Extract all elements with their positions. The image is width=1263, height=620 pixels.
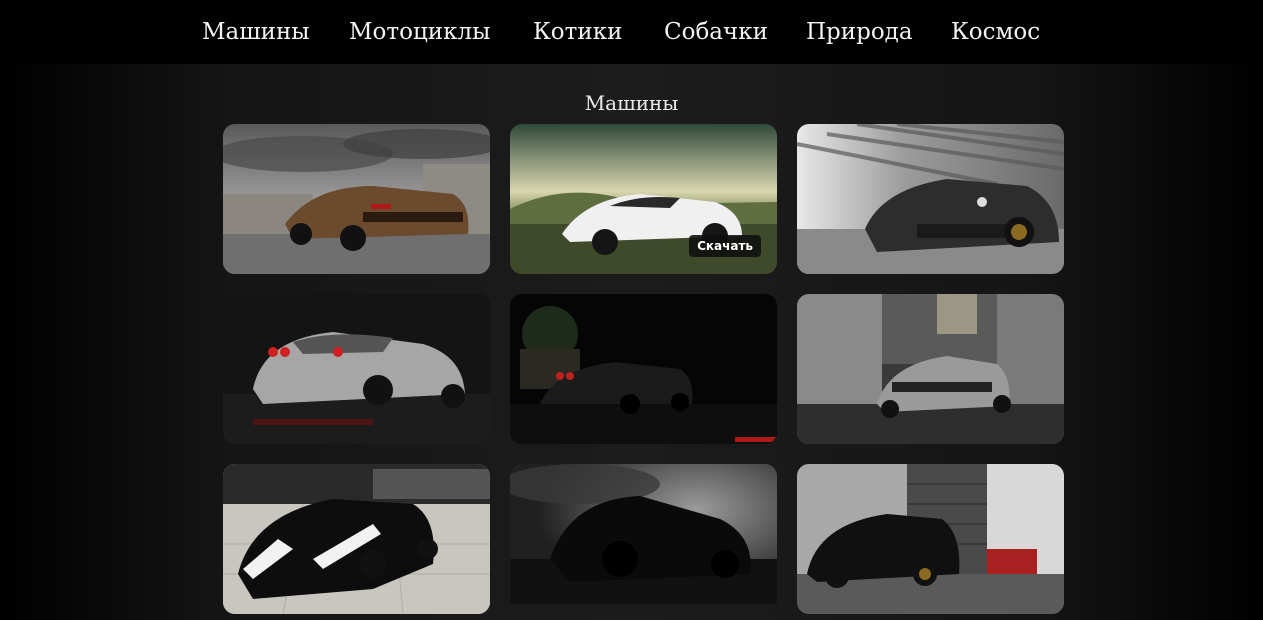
nav-item-space[interactable]: Космос: [951, 17, 1040, 47]
car-photo: [797, 464, 1064, 614]
download-button[interactable]: Скачать: [689, 235, 761, 257]
gallery-image-card[interactable]: [510, 464, 777, 614]
nav-item-nature[interactable]: Природа: [806, 17, 913, 47]
section-title: Машины: [584, 91, 679, 115]
car-photo: [223, 464, 490, 614]
gallery-image-card[interactable]: [797, 464, 1064, 614]
top-navigation-bar: Машины Мотоциклы Котики Собачки Природа …: [0, 0, 1263, 64]
category-nav: Машины Мотоциклы Котики Собачки Природа …: [0, 0, 1263, 64]
gallery-image-card[interactable]: Скачать: [510, 124, 777, 274]
nav-item-cats[interactable]: Котики: [533, 17, 622, 47]
car-photo: [510, 464, 777, 614]
nav-item-motorcycles[interactable]: Мотоциклы: [349, 17, 490, 47]
car-photo: [223, 294, 490, 444]
gallery-image-card[interactable]: [223, 294, 490, 444]
nav-item-cars[interactable]: Машины: [202, 17, 310, 47]
car-photo: [797, 294, 1064, 444]
nav-item-dogs[interactable]: Собачки: [664, 17, 768, 47]
car-photo: [797, 124, 1064, 274]
gallery-image-card[interactable]: [797, 294, 1064, 444]
gallery-image-card[interactable]: [223, 464, 490, 614]
car-photo: [510, 294, 777, 444]
car-photo: [223, 124, 490, 274]
gallery-image-card[interactable]: [797, 124, 1064, 274]
main-content: Машины Скачать: [0, 64, 1263, 620]
gallery-image-card[interactable]: [510, 294, 777, 444]
gallery-image-card[interactable]: [223, 124, 490, 274]
